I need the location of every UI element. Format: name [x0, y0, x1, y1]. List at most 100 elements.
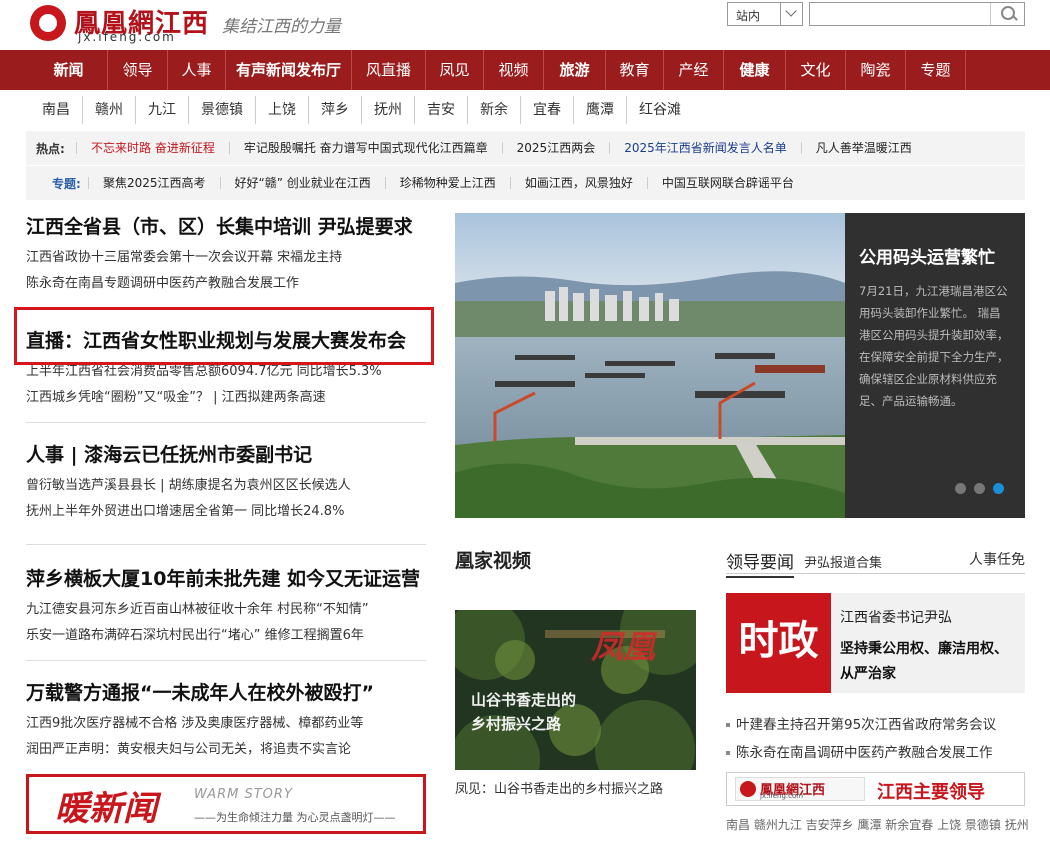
tab-personnel[interactable]: 人事任免	[969, 549, 1025, 569]
news-sub[interactable]: 曾衍敏当选芦溪县县长 | 胡练康提名为袁州区区长候选人	[26, 473, 426, 499]
city-link[interactable]: 抚州	[362, 96, 415, 124]
nav-item[interactable]: 专题	[906, 50, 966, 90]
topic-link[interactable]: 聚焦2025江西高考	[88, 177, 220, 189]
leader-city-line[interactable]: 南昌 赣州九江 吉安萍乡 鹰潭 新余宜春 上饶 景德镇 抚州	[726, 816, 1029, 833]
news-sub[interactable]: 乐安一道路布满碎石深坑村民出行“堵心” 维修工程搁置6年	[26, 623, 426, 649]
news-sub[interactable]: 抚州上半年外贸进出口增速居全省第一 同比增长24.8%	[26, 499, 426, 525]
tab-leader-news[interactable]: 领导要闻	[726, 548, 794, 578]
nav-item[interactable]: 新闻	[30, 50, 108, 90]
slider-dot[interactable]	[974, 483, 985, 494]
politics-card[interactable]: 时政 江西省委书记尹弘 坚持秉公用权、廉洁用权、从严治家	[726, 593, 1025, 693]
news-headline[interactable]: 江西全省县（市、区）长集中培训 尹弘提要求	[26, 212, 426, 239]
news-block: 万载警方通报“一未成年人在校外被殴打” 江西9批次医疗器械不合格 涉及奥康医疗器…	[26, 678, 426, 763]
slider-dot[interactable]	[955, 483, 966, 494]
slider-title[interactable]: 公用码头运营繁忙	[859, 243, 1011, 268]
slider-dots	[955, 483, 1004, 494]
nav-item[interactable]: 凤见	[426, 50, 484, 90]
news-sub[interactable]: 润田严正声明：黄安根夫妇与公司无关，将追责不实言论	[26, 737, 426, 763]
search-input[interactable]	[810, 3, 990, 25]
search-icon[interactable]	[990, 3, 1024, 25]
city-link[interactable]: 红谷滩	[627, 96, 693, 124]
city-link[interactable]: 九江	[136, 96, 189, 124]
topic-link[interactable]: 如画江西，风景独好	[509, 177, 647, 189]
video-caption[interactable]: 凤见：山谷书香走出的乡村振兴之路	[455, 778, 663, 797]
search-scope-select[interactable]: 站内	[727, 2, 803, 26]
hot-link[interactable]: 牢记殷殷嘱托 奋力谱写中国式现代化江西篇章	[228, 142, 502, 154]
news-sub[interactable]: 九江德安县河东乡近百亩山林被征收十余年 村民称“不知情”	[26, 597, 426, 623]
slider-dot-active[interactable]	[993, 483, 1004, 494]
divider	[26, 544, 426, 545]
video-overlay: 山谷书香走出的 乡村振兴之路	[471, 688, 576, 736]
city-link[interactable]: 吉安	[415, 96, 468, 124]
hot-link[interactable]: 2025江西两会	[501, 142, 610, 154]
nav-item[interactable]: 产经	[664, 50, 724, 90]
news-sub[interactable]: 江西9批次医疗器械不合格 涉及奥康医疗器械、樟都药业等	[26, 711, 426, 737]
leader-news-item[interactable]: 陈永奇在南昌调研中医药产教融合发展工作	[726, 741, 993, 761]
news-sub[interactable]: 陈永奇在南昌专题调研中医药产教融合发展工作	[26, 271, 426, 297]
search-scope-value: 站内	[736, 9, 761, 23]
warm-news-banner[interactable]: 暖新闻 WARM STORY ——为生命倾注力量 为心灵点盏明灯——	[26, 774, 426, 834]
topic-label: 专题:	[52, 176, 81, 191]
city-link[interactable]: 赣州	[83, 96, 136, 124]
hot-link[interactable]: 不忘来时路 奋进新征程	[76, 142, 229, 154]
main-leaders-banner[interactable]: 鳳凰網江西 jx.ifeng.com 江西主要领导	[726, 772, 1025, 806]
site-header: 鳳凰網江西 jx.ifeng.com 集结江西的力量 站内	[0, 0, 1050, 50]
nav-item[interactable]: 风直播	[352, 50, 426, 90]
topic-link[interactable]: 珍稀物种爱上江西	[384, 177, 510, 189]
nav-item[interactable]: 文化	[786, 50, 846, 90]
video-overlay-line: 山谷书香走出的	[471, 691, 577, 709]
city-link[interactable]: 宜春	[521, 96, 574, 124]
nav-item[interactable]: 教育	[606, 50, 664, 90]
nav-item[interactable]: 人事	[168, 50, 226, 90]
topic-bar: 专题: 聚焦2025江西高考 好好“赣” 创业就业在江西 珍稀物种爱上江西 如画江西，…	[26, 166, 1025, 200]
topic-link[interactable]: 好好“赣” 创业就业在江西	[219, 177, 385, 189]
leader-quote[interactable]: 坚持秉公用权、廉洁用权、从严治家	[840, 637, 1020, 687]
video-watermark: 凤凰	[591, 628, 656, 666]
nav-item[interactable]: 视频	[484, 50, 544, 90]
hot-bar: 热点: 不忘来时路 奋进新征程 牢记殷殷嘱托 奋力谱写中国式现代化江西篇章 2025…	[26, 131, 1025, 165]
site-logo[interactable]: 鳳凰網江西 jx.ifeng.com	[30, 3, 220, 44]
leader-name: 江西省委书记尹弘	[840, 610, 952, 626]
warm-news-title: 暖新闻	[55, 789, 157, 829]
city-link[interactable]: 南昌	[30, 96, 83, 124]
hot-link[interactable]: 2025年江西省新闻发言人名单	[609, 142, 801, 154]
logo-url: jx.ifeng.com	[78, 30, 176, 44]
tab-yinhong[interactable]: 尹弘报道合集	[804, 552, 882, 571]
leader-news-item[interactable]: 叶建春主持召开第95次江西省政府常务会议	[726, 713, 996, 733]
hot-link[interactable]: 凡人善举温暖江西	[800, 142, 926, 154]
city-link[interactable]: 上饶	[256, 96, 309, 124]
divider	[26, 660, 426, 661]
banner-logo: 鳳凰網江西 jx.ifeng.com	[735, 777, 865, 801]
hot-label: 热点:	[36, 141, 65, 156]
news-headline[interactable]: 人事 | 漆海云已任抚州市委副书记	[26, 440, 426, 467]
nav-item[interactable]: 陶瓷	[846, 50, 906, 90]
nav-item[interactable]: 健康	[724, 50, 786, 90]
news-sub[interactable]: 江西省政协十三届常委会第十一次会议开幕 宋福龙主持	[26, 245, 426, 271]
nav-item[interactable]: 有声新闻发布厅	[226, 50, 352, 90]
news-sub[interactable]: 江西城乡凭啥“圈粉”又“吸金”？ | 江西拟建两条高速	[26, 385, 426, 411]
search-box	[809, 2, 1025, 26]
nav-item[interactable]: 领导	[108, 50, 168, 90]
news-headline[interactable]: 萍乡横板大厦10年前未批先建 如今又无证运营	[26, 564, 426, 591]
city-link[interactable]: 鹰潭	[574, 96, 627, 124]
photo-slider[interactable]: 公用码头运营繁忙 7月21日，九江港瑞昌港区公用码头装卸作业繁忙。 瑞昌港区公用…	[455, 213, 1025, 518]
main-nav: 新闻 领导 人事 有声新闻发布厅 风直播 凤见 视频 旅游 教育 产经 健康 文化 陶瓷 专题	[0, 50, 1050, 90]
video-section-title[interactable]: 凰家视频	[455, 546, 531, 573]
nav-item[interactable]: 旅游	[544, 50, 606, 90]
leader-tabs: 领导要闻 尹弘报道合集 人事任免	[726, 546, 1025, 578]
warm-news-en: WARM STORY	[194, 787, 293, 802]
news-block: 萍乡横板大厦10年前未批先建 如今又无证运营 九江德安县河东乡近百亩山林被征收十…	[26, 564, 426, 649]
city-link[interactable]: 萍乡	[309, 96, 362, 124]
city-link[interactable]: 新余	[468, 96, 521, 124]
slogan: 集结江西的力量	[222, 17, 341, 37]
topic-link[interactable]: 中国互联网联合辟谣平台	[646, 177, 808, 189]
city-link[interactable]: 景德镇	[189, 96, 256, 124]
video-thumbnail[interactable]: 凤凰 山谷书香走出的 乡村振兴之路	[455, 610, 696, 770]
news-block: 江西全省县（市、区）长集中培训 尹弘提要求 江西省政协十三届常委会第十一次会议开…	[26, 212, 426, 297]
chevron-down-icon[interactable]	[780, 3, 802, 25]
politics-badge: 时政	[726, 593, 831, 693]
banner-logo-url: jx.ifeng.com	[760, 792, 804, 800]
slider-photo[interactable]	[455, 213, 845, 518]
news-block: 人事 | 漆海云已任抚州市委副书记 曾衍敏当选芦溪县县长 | 胡练康提名为袁州区…	[26, 440, 426, 525]
news-headline[interactable]: 万载警方通报“一未成年人在校外被殴打”	[26, 678, 426, 705]
